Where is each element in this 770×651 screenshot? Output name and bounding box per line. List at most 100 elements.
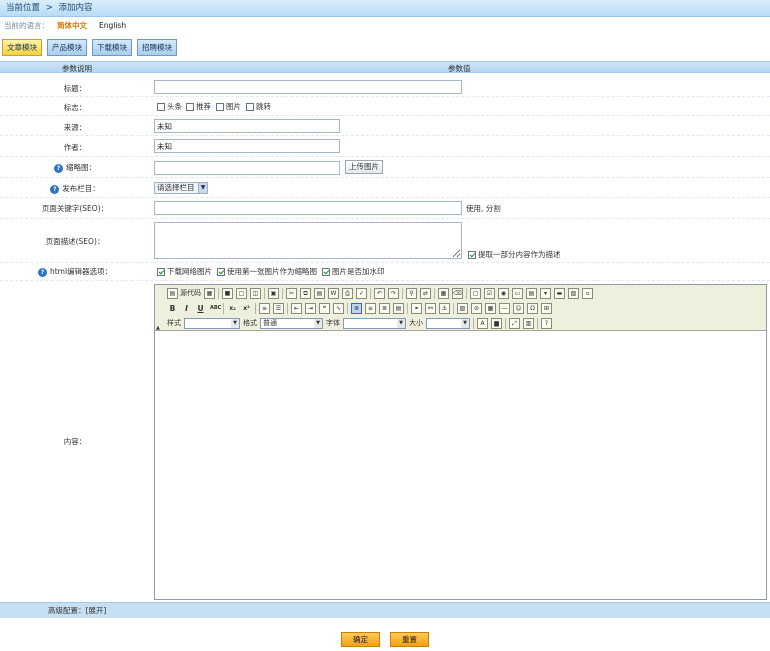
textfield-icon[interactable]: ▭ — [512, 287, 523, 299]
source-input[interactable] — [154, 119, 340, 133]
language-en-link[interactable]: English — [99, 21, 126, 30]
save-icon[interactable]: ■ — [222, 287, 233, 299]
title-input[interactable] — [154, 80, 462, 94]
hidden-field-icon[interactable]: ▫ — [582, 287, 593, 299]
spellcheck-icon[interactable]: ✓ — [356, 287, 367, 299]
replace-icon[interactable]: ⇄ — [420, 287, 431, 299]
keywords-input[interactable] — [154, 201, 462, 215]
show-blocks-icon[interactable]: ▥ — [523, 317, 534, 329]
help-icon[interactable]: ? — [50, 184, 60, 194]
italic-icon[interactable]: I — [181, 303, 192, 314]
horizontal-rule-icon[interactable]: ― — [499, 302, 510, 314]
indent-icon[interactable]: ⇥ — [305, 302, 316, 314]
find-icon[interactable]: ⚲ — [406, 287, 417, 299]
flag-headline[interactable]: 头条 — [157, 101, 182, 112]
image-button-icon[interactable]: ▨ — [568, 287, 579, 299]
button-field-icon[interactable]: ▬ — [554, 287, 565, 299]
author-input[interactable] — [154, 139, 340, 153]
flag-image-checkbox[interactable] — [216, 103, 224, 111]
style-select[interactable]: ▼ — [184, 317, 240, 329]
preview-icon[interactable]: ◫ — [250, 287, 261, 299]
format-select[interactable]: 普通 ▼ — [260, 317, 323, 329]
paste-text-icon[interactable]: ▣ — [268, 287, 279, 299]
flag-headline-checkbox[interactable] — [157, 103, 165, 111]
bold-icon[interactable]: B — [167, 303, 178, 314]
smiley-icon[interactable]: ☺ — [513, 302, 524, 314]
align-left-icon[interactable]: ≣ — [351, 302, 362, 314]
paste-icon[interactable]: ▤ — [314, 287, 325, 299]
flash-icon[interactable]: ⊘ — [471, 302, 482, 314]
align-justify-icon[interactable]: ▤ — [393, 302, 404, 314]
size-select[interactable]: ▼ — [426, 317, 470, 329]
extract-desc-option[interactable]: 提取一部分内容作为描述 — [468, 249, 561, 260]
copy-icon[interactable]: ⧉ — [300, 287, 311, 299]
new-page-icon[interactable]: □ — [236, 287, 247, 299]
tab-recruit[interactable]: 招聘模块 — [137, 39, 177, 56]
confirm-button[interactable]: 确定 — [341, 632, 380, 647]
tab-article[interactable]: 文章模块 — [2, 39, 42, 56]
language-zh-link[interactable]: 简体中文 — [57, 21, 87, 30]
strikethrough-icon[interactable]: ABC — [209, 303, 221, 314]
superscript-icon[interactable]: x² — [241, 303, 252, 314]
upload-image-button[interactable]: 上传图片 — [345, 160, 383, 174]
editor-content-area[interactable] — [155, 332, 766, 599]
underline-icon[interactable]: U — [195, 303, 206, 314]
radio-icon[interactable]: ◉ — [498, 287, 509, 299]
div-icon[interactable]: ∿ — [333, 302, 344, 314]
unordered-list-icon[interactable]: ☰ — [273, 302, 284, 314]
unlink-icon[interactable]: ⚯ — [425, 302, 436, 314]
checkbox-icon[interactable]: ☑ — [484, 287, 495, 299]
select-field-icon[interactable]: ▾ — [540, 287, 551, 299]
text-color-icon[interactable]: A — [477, 317, 488, 329]
remove-format-icon[interactable]: ⌫ — [452, 287, 463, 299]
undo-icon[interactable]: ↶ — [374, 287, 385, 299]
flag-recommend-checkbox[interactable] — [186, 103, 194, 111]
opt-first-image-thumb[interactable]: 使用第一张图片作为缩略图 — [217, 266, 317, 277]
blockquote-icon[interactable]: ❝ — [319, 302, 330, 314]
flag-image[interactable]: 图片 — [216, 101, 241, 112]
flag-recommend[interactable]: 推荐 — [186, 101, 211, 112]
select-all-icon[interactable]: ▦ — [438, 287, 449, 299]
ordered-list-icon[interactable]: ≡ — [259, 302, 270, 314]
desc-textarea[interactable] — [154, 222, 462, 259]
about-icon[interactable]: ? — [541, 317, 552, 329]
templates-icon[interactable]: ▦ — [204, 287, 215, 299]
column-select[interactable]: 请选择栏目 ▼ — [154, 182, 208, 194]
opt-first-image-thumb-checkbox[interactable] — [217, 268, 225, 276]
special-char-icon[interactable]: Ω — [527, 302, 538, 314]
font-select[interactable]: ▼ — [343, 317, 406, 329]
align-center-icon[interactable]: ≡ — [365, 302, 376, 314]
help-icon[interactable]: ? — [37, 267, 47, 277]
form-icon[interactable]: ▢ — [470, 287, 481, 299]
table-icon[interactable]: ▦ — [485, 302, 496, 314]
subscript-icon[interactable]: x₂ — [227, 303, 238, 314]
tab-product[interactable]: 产品模块 — [47, 39, 87, 56]
print-icon[interactable]: ⎙ — [342, 287, 353, 299]
page-break-icon[interactable]: ⊞ — [541, 302, 552, 314]
maximize-icon[interactable]: ⤢ — [509, 317, 520, 329]
thumb-input[interactable] — [154, 161, 340, 175]
opt-watermark-checkbox[interactable] — [322, 268, 330, 276]
anchor-icon[interactable]: ⚓ — [439, 302, 450, 314]
reset-button[interactable]: 重置 — [390, 632, 429, 647]
cut-icon[interactable]: ✂ — [286, 287, 297, 299]
help-icon[interactable]: ? — [54, 163, 63, 173]
align-right-icon[interactable]: ≣ — [379, 302, 390, 314]
opt-watermark[interactable]: 图片是否加水印 — [322, 266, 385, 277]
extract-desc-checkbox[interactable] — [468, 251, 476, 259]
bg-color-icon[interactable]: ▆ — [491, 317, 502, 329]
flag-redirect-checkbox[interactable] — [246, 103, 254, 111]
opt-download-images-checkbox[interactable] — [157, 268, 165, 276]
textarea-icon[interactable]: ▤ — [526, 287, 537, 299]
redo-icon[interactable]: ↷ — [388, 287, 399, 299]
flag-redirect[interactable]: 跳转 — [246, 101, 271, 112]
advanced-config-toggle[interactable]: 高级配置：[展开] — [48, 603, 106, 619]
paste-word-icon[interactable]: W — [328, 287, 339, 299]
editor-collapse-handle[interactable]: ▲ — [156, 325, 160, 331]
image-icon[interactable]: ▨ — [457, 302, 468, 314]
source-button[interactable]: ▤ 源代码 — [167, 287, 201, 299]
tab-download[interactable]: 下载模块 — [92, 39, 132, 56]
opt-download-images[interactable]: 下载网络图片 — [157, 266, 212, 277]
link-icon[interactable]: ⚭ — [411, 302, 422, 314]
outdent-icon[interactable]: ⇤ — [291, 302, 302, 314]
